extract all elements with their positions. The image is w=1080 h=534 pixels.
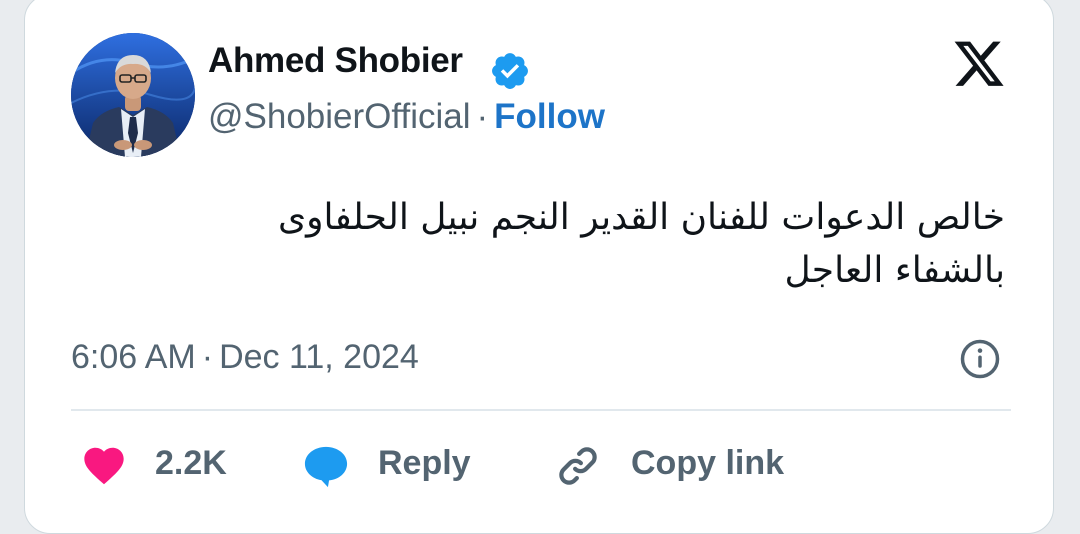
reply-bubble-icon[interactable] bbox=[301, 443, 351, 489]
author-handle[interactable]: @ShobierOfficial bbox=[208, 97, 471, 136]
info-icon[interactable] bbox=[959, 338, 1001, 380]
author-name[interactable]: Ahmed Shobier bbox=[208, 41, 463, 81]
tweet-text-line: بالشفاء العاجل bbox=[784, 250, 1005, 291]
heart-icon[interactable] bbox=[81, 443, 127, 485]
tweet-card: Ahmed Shobier @ShobierOfficial · Follow خا… bbox=[24, 0, 1054, 534]
tweet-date: Dec 11, 2024 bbox=[219, 338, 419, 376]
separator-dot: · bbox=[201, 338, 214, 376]
verified-badge-icon bbox=[492, 53, 528, 89]
timestamp[interactable]: 6:06 AM · Dec 11, 2024 bbox=[71, 338, 419, 377]
copy-link-button[interactable]: Copy link bbox=[631, 444, 784, 483]
divider bbox=[71, 409, 1011, 411]
tweet-time: 6:06 AM bbox=[71, 338, 196, 376]
action-bar: 2.2K Reply Copy link bbox=[71, 441, 1011, 491]
link-icon[interactable] bbox=[555, 443, 601, 489]
like-count[interactable]: 2.2K bbox=[155, 444, 227, 483]
x-logo-icon[interactable] bbox=[951, 41, 1007, 91]
tweet-text: خالص الدعوات للفنان القدير النجم نبيل ال… bbox=[85, 191, 1005, 297]
follow-button[interactable]: Follow bbox=[494, 97, 605, 136]
separator-dot: · bbox=[476, 97, 489, 136]
handle-row: @ShobierOfficial · Follow bbox=[208, 97, 605, 137]
avatar[interactable] bbox=[71, 33, 195, 157]
reply-button[interactable]: Reply bbox=[378, 444, 471, 483]
tweet-text-line: خالص الدعوات للفنان القدير النجم نبيل ال… bbox=[277, 197, 1005, 238]
